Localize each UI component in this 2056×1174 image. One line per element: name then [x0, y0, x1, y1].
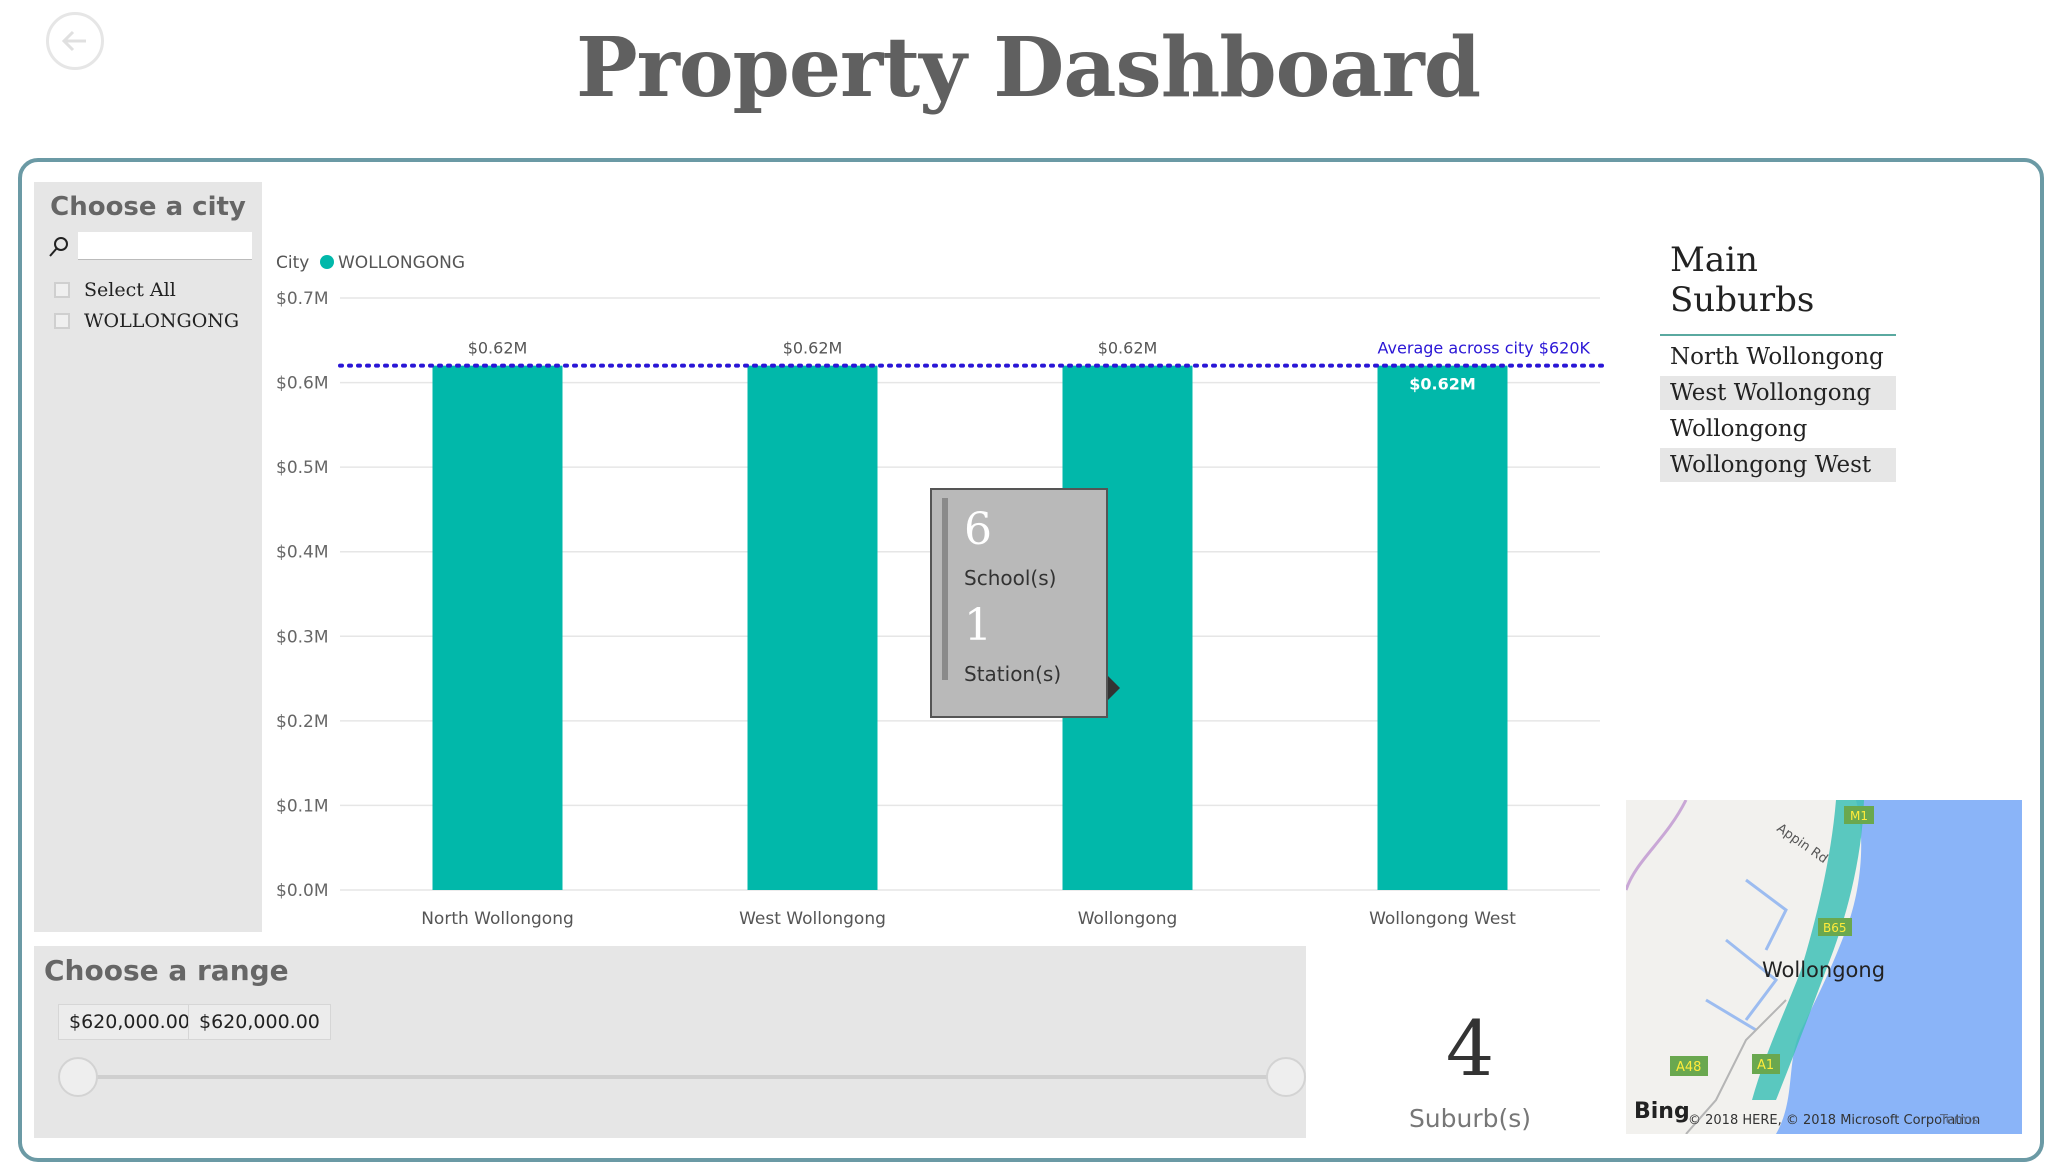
x-tick-label: Wollongong West — [1369, 909, 1516, 929]
main-suburbs-title: Main Suburbs — [1660, 232, 1896, 336]
bar — [747, 365, 878, 891]
suburb-item[interactable]: Wollongong — [1660, 412, 1896, 446]
x-tick-label: Wollongong — [1078, 909, 1178, 929]
bing-logo-text: Bing — [1634, 1099, 1690, 1124]
suburb-item[interactable]: West Wollongong — [1660, 376, 1896, 410]
y-tick-label: $0.6M — [276, 374, 329, 394]
city-slicer: Choose a city Select All WOLLONGONG — [34, 182, 262, 932]
map-copyright: © 2018 HERE, © 2018 Microsoft Corporatio… — [1688, 1113, 1980, 1128]
legend-label: WOLLONGONG — [338, 253, 465, 273]
average-reference-label: Average across city $620K — [1378, 339, 1591, 358]
map-city-label: Wollongong — [1762, 958, 1885, 982]
y-tick-label: $0.1M — [276, 796, 329, 816]
map-terms-link: Terms — [1939, 1113, 1979, 1128]
suburb-item[interactable]: North Wollongong — [1660, 340, 1896, 374]
x-tick-label: West Wollongong — [739, 909, 886, 929]
suburb-item[interactable]: Wollongong West — [1660, 448, 1896, 482]
city-search — [42, 232, 254, 262]
data-label: $0.62M — [783, 339, 843, 358]
bar — [432, 365, 563, 891]
chart-tooltip: 6 School(s) 1 Station(s) — [930, 488, 1120, 718]
y-tick-label: $0.4M — [276, 543, 329, 563]
range-slicer-title: Choose a range — [44, 954, 289, 987]
city-slicer-title: Choose a city — [50, 192, 246, 222]
y-tick-label: $0.0M — [276, 881, 329, 901]
y-tick-label: $0.5M — [276, 458, 329, 478]
slicer-item-label: Select All — [84, 278, 176, 301]
bar — [1377, 365, 1508, 891]
data-label: $0.62M — [468, 339, 528, 358]
range-max-input[interactable]: $620,000.00 — [188, 1004, 331, 1040]
checkbox[interactable] — [54, 312, 70, 329]
map-road-label: M1 — [1850, 809, 1868, 823]
main-suburbs-table: Main Suburbs North Wollongong West Wollo… — [1660, 232, 1896, 482]
x-tick-label: North Wollongong — [421, 909, 574, 929]
slicer-item-label: WOLLONGONG — [84, 309, 240, 332]
range-handle-max[interactable] — [1266, 1057, 1306, 1097]
y-tick-label: $0.2M — [276, 712, 329, 732]
checkbox[interactable] — [54, 281, 70, 298]
search-icon — [49, 237, 68, 257]
schools-count: 6 — [964, 504, 992, 555]
range-track[interactable] — [78, 1075, 1286, 1079]
map-road-label: A1 — [1757, 1058, 1774, 1073]
stations-count: 1 — [964, 600, 992, 651]
data-label: $0.62M — [1409, 375, 1476, 394]
slicer-item-select-all[interactable]: Select All — [34, 274, 262, 305]
stations-label: Station(s) — [964, 662, 1062, 686]
suburb-count-value: 4 — [1445, 1004, 1495, 1093]
range-min-input[interactable]: $620,000.00 — [58, 1004, 201, 1040]
y-tick-label: $0.3M — [276, 627, 329, 647]
schools-label: School(s) — [964, 566, 1057, 590]
range-handle-min[interactable] — [58, 1057, 98, 1097]
legend-title: City — [276, 253, 309, 273]
suburb-count-label: Suburb(s) — [1408, 1104, 1532, 1133]
y-tick-label: $0.7M — [276, 289, 329, 309]
legend-marker — [320, 255, 334, 269]
slicer-item-wollongong[interactable]: WOLLONGONG — [34, 305, 262, 336]
page-title: Property Dashboard — [575, 20, 1481, 116]
range-slicer: Choose a range $620,000.00 $620,000.00 — [34, 946, 1306, 1138]
map-canvas: M1 Appin Rd B65 A48 A1 Wollongong Bing ©… — [1626, 800, 2022, 1134]
map-road-label: B65 — [1823, 921, 1847, 935]
data-label: $0.62M — [1098, 339, 1158, 358]
tooltip-pointer — [1108, 676, 1120, 700]
map[interactable]: M1 Appin Rd B65 A48 A1 Wollongong Bing ©… — [1626, 800, 2022, 1134]
map-road-label: A48 — [1676, 1060, 1701, 1075]
city-search-input[interactable] — [78, 232, 252, 260]
tooltip-accent — [942, 498, 948, 680]
